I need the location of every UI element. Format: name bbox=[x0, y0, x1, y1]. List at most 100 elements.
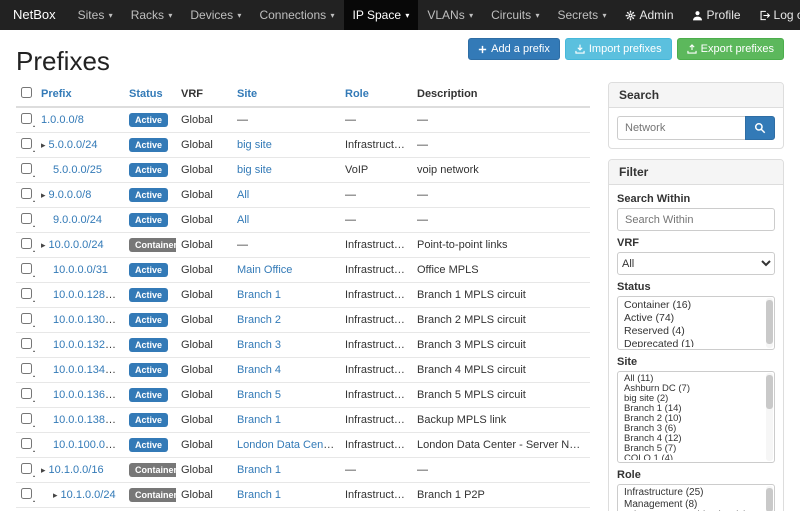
row-checkbox[interactable] bbox=[21, 438, 32, 449]
description-cell: Branch 1 MPLS circuit bbox=[412, 283, 590, 308]
listbox-option[interactable]: Container (16) bbox=[618, 299, 764, 312]
prefix-link[interactable]: 1.0.0.0/8 bbox=[41, 114, 84, 126]
prefix-link[interactable]: 5.0.0.0/25 bbox=[53, 164, 102, 176]
site-link[interactable]: Branch 1 bbox=[237, 464, 281, 476]
nav-item-devices[interactable]: Devices ▾ bbox=[181, 0, 250, 30]
prefix-link[interactable]: 10.0.0.136/31 bbox=[53, 389, 120, 401]
site-link[interactable]: Branch 4 bbox=[237, 364, 281, 376]
site-scrollbar[interactable] bbox=[766, 373, 773, 461]
table-header-row: Prefix Status VRF Site Role Description bbox=[16, 82, 590, 107]
prefix-link[interactable]: 10.0.100.0/24 bbox=[53, 439, 120, 451]
listbox-option[interactable]: Management (8) bbox=[618, 499, 764, 511]
row-checkbox[interactable] bbox=[21, 363, 32, 374]
user-nav-profile[interactable]: Profile bbox=[683, 0, 750, 30]
scrollbar-thumb[interactable] bbox=[766, 375, 773, 409]
import-prefixes-button[interactable]: Import prefixes bbox=[565, 38, 672, 60]
user-nav-admin[interactable]: Admin bbox=[616, 0, 683, 30]
site-link[interactable]: Branch 3 bbox=[237, 339, 281, 351]
brand-logo[interactable]: NetBox bbox=[0, 0, 69, 30]
site-listbox[interactable]: All (11)Ashburn DC (7)big site (2)Branch… bbox=[617, 371, 775, 463]
prefix-link[interactable]: 9.0.0.0/8 bbox=[49, 189, 92, 201]
description-cell: — bbox=[412, 183, 590, 208]
expand-arrow-icon: ▸ bbox=[41, 140, 46, 150]
row-checkbox[interactable] bbox=[21, 338, 32, 349]
status-scrollbar[interactable] bbox=[766, 298, 773, 348]
prefix-cell: ▸10.1.0.0/25 bbox=[36, 508, 124, 511]
column-header-status[interactable]: Status bbox=[129, 88, 163, 100]
listbox-option[interactable]: Reserved (4) bbox=[618, 325, 764, 338]
site-link[interactable]: big site bbox=[237, 139, 272, 151]
site-link[interactable]: Branch 1 bbox=[237, 289, 281, 301]
search-within-input[interactable] bbox=[617, 208, 775, 231]
prefix-link[interactable]: 10.0.0.138/31 bbox=[53, 414, 120, 426]
row-checkbox[interactable] bbox=[21, 313, 32, 324]
row-checkbox[interactable] bbox=[21, 138, 32, 149]
user-nav-log-out[interactable]: Log out bbox=[750, 0, 800, 30]
prefix-link[interactable]: 10.0.0.134/31 bbox=[53, 364, 120, 376]
column-header-role[interactable]: Role bbox=[345, 88, 369, 100]
search-input[interactable] bbox=[617, 116, 745, 140]
nav-item-circuits[interactable]: Circuits ▾ bbox=[482, 0, 548, 30]
row-checkbox[interactable] bbox=[21, 463, 32, 474]
site-link[interactable]: London Data Center bbox=[237, 439, 336, 451]
row-checkbox[interactable] bbox=[21, 413, 32, 424]
column-header-site[interactable]: Site bbox=[237, 88, 257, 100]
nav-item-racks[interactable]: Racks ▾ bbox=[122, 0, 182, 30]
status-badge: Active bbox=[129, 163, 168, 177]
row-checkbox[interactable] bbox=[21, 213, 32, 224]
site-link[interactable]: Branch 1 bbox=[237, 414, 281, 426]
column-header-prefix[interactable]: Prefix bbox=[41, 88, 72, 100]
prefix-link[interactable]: 10.0.0.0/31 bbox=[53, 264, 108, 276]
prefix-link[interactable]: 10.0.0.0/24 bbox=[49, 239, 104, 251]
nav-item-vlans[interactable]: VLANs ▾ bbox=[418, 0, 482, 30]
prefix-link[interactable]: 10.0.0.132/31 bbox=[53, 339, 120, 351]
row-checkbox[interactable] bbox=[21, 288, 32, 299]
add-a-prefix-button[interactable]: Add a prefix bbox=[468, 38, 560, 60]
row-checkbox[interactable] bbox=[21, 113, 32, 124]
description-cell: Branch 5 MPLS circuit bbox=[412, 383, 590, 408]
prefix-link[interactable]: 10.0.0.128/31 bbox=[53, 289, 120, 301]
site-link[interactable]: All bbox=[237, 189, 249, 201]
role-cell: — bbox=[340, 183, 412, 208]
vrf-cell: Global bbox=[176, 383, 232, 408]
row-checkbox[interactable] bbox=[21, 263, 32, 274]
listbox-option[interactable]: Deprecated (1) bbox=[618, 338, 764, 347]
prefix-link[interactable]: 10.1.0.0/16 bbox=[49, 464, 104, 476]
row-checkbox[interactable] bbox=[21, 163, 32, 174]
prefix-link[interactable]: 9.0.0.0/24 bbox=[53, 214, 102, 226]
role-listbox[interactable]: Infrastructure (25)Management (8)Private… bbox=[617, 484, 775, 511]
row-checkbox[interactable] bbox=[21, 188, 32, 199]
prefix-link[interactable]: 5.0.0.0/24 bbox=[49, 139, 98, 151]
nav-item-secrets[interactable]: Secrets ▾ bbox=[548, 0, 615, 30]
status-listbox[interactable]: Container (16)Active (74)Reserved (4)Dep… bbox=[617, 296, 775, 350]
vrf-select[interactable]: All bbox=[617, 252, 775, 275]
site-cell: London Data Center bbox=[232, 433, 340, 458]
prefix-link[interactable]: 10.0.0.130/31 bbox=[53, 314, 120, 326]
vrf-cell: Global bbox=[176, 333, 232, 358]
scrollbar-thumb[interactable] bbox=[766, 300, 773, 344]
site-link[interactable]: Branch 5 bbox=[237, 389, 281, 401]
site-link[interactable]: All bbox=[237, 214, 249, 226]
listbox-option[interactable]: COLO 1 (4) bbox=[618, 454, 764, 460]
row-checkbox[interactable] bbox=[21, 388, 32, 399]
vrf-cell: Global bbox=[176, 433, 232, 458]
row-checkbox[interactable] bbox=[21, 488, 32, 499]
nav-item-connections[interactable]: Connections ▾ bbox=[250, 0, 343, 30]
site-link[interactable]: big site bbox=[237, 164, 272, 176]
row-checkbox[interactable] bbox=[21, 238, 32, 249]
select-all-checkbox[interactable] bbox=[21, 87, 32, 98]
table-row: 10.0.0.136/31ActiveGlobalBranch 5Infrast… bbox=[16, 383, 590, 408]
role-scrollbar[interactable] bbox=[766, 486, 773, 511]
site-link[interactable]: Branch 1 bbox=[237, 489, 281, 501]
export-prefixes-button[interactable]: Export prefixes bbox=[677, 38, 784, 60]
search-button[interactable] bbox=[745, 116, 775, 140]
site-link[interactable]: Branch 2 bbox=[237, 314, 281, 326]
prefix-link[interactable]: 10.1.0.0/24 bbox=[61, 489, 116, 501]
nav-item-sites[interactable]: Sites ▾ bbox=[69, 0, 122, 30]
nav-item-ip-space[interactable]: IP Space ▾ bbox=[344, 0, 419, 30]
table-row: 10.0.0.128/31ActiveGlobalBranch 1Infrast… bbox=[16, 283, 590, 308]
listbox-option[interactable]: Infrastructure (25) bbox=[618, 487, 764, 499]
listbox-option[interactable]: Active (74) bbox=[618, 312, 764, 325]
site-link[interactable]: Main Office bbox=[237, 264, 292, 276]
scrollbar-thumb[interactable] bbox=[766, 488, 773, 511]
